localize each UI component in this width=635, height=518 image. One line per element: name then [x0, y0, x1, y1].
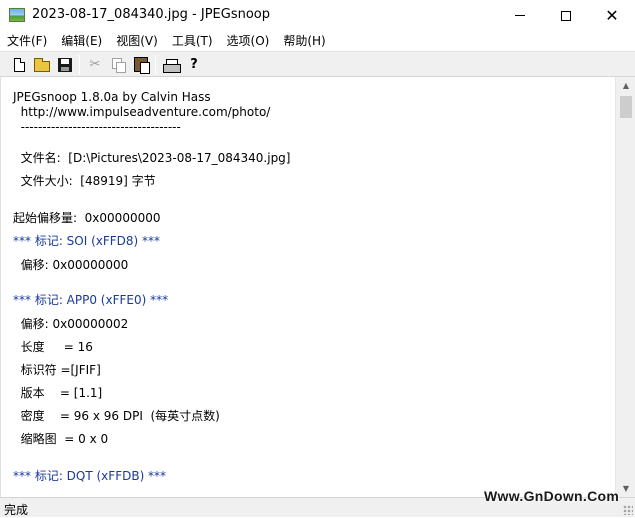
menu-options[interactable]: 选项(O) [220, 31, 277, 51]
chevron-up-icon: ▲ [622, 81, 630, 90]
jpegsnoop-app-icon[interactable] [9, 8, 25, 22]
paste-icon [134, 57, 150, 74]
new-file-icon [13, 57, 25, 72]
scroll-thumb[interactable] [620, 96, 632, 118]
log-line: 起始偏移量: 0x00000000 [13, 211, 161, 225]
chevron-down-icon: ▼ [622, 484, 630, 493]
menu-file[interactable]: 文件(F) [0, 31, 54, 51]
help-button[interactable]: ? [183, 54, 205, 75]
menu-bar: 文件(F) 编辑(E) 视图(V) 工具(T) 选项(O) 帮助(H) [0, 31, 635, 51]
save-button[interactable] [54, 54, 76, 75]
resize-grip-icon[interactable] [623, 505, 633, 515]
cut-icon: ✂ [89, 57, 101, 72]
log-line: 版本 = [1.1] [13, 386, 103, 400]
log-line: 偏移: 0x00000002 [13, 317, 129, 331]
marker-header-line: *** 标记: DQT (xFFDB) *** [13, 469, 167, 483]
marker-header-line: *** 标记: SOI (xFFD8) *** [13, 234, 161, 248]
open-file-button[interactable] [31, 54, 53, 75]
watermark-text: Www.GnDown.Com [484, 488, 620, 504]
copy-icon [112, 58, 126, 73]
menu-help[interactable]: 帮助(H) [276, 31, 332, 51]
minimize-button[interactable] [497, 0, 543, 31]
help-icon: ? [190, 57, 198, 72]
paste-button[interactable] [130, 54, 152, 75]
toolbar-separator [79, 55, 80, 74]
save-icon [58, 57, 72, 72]
log-output-area[interactable]: JPEGsnoop 1.8.0a by Calvin Hass http://w… [0, 77, 615, 497]
marker-header-line: *** 标记: APP0 (xFFE0) *** [13, 293, 169, 307]
maximize-button[interactable] [543, 0, 589, 31]
log-line: 密度 = 96 x 96 DPI (每英寸点数) [13, 409, 220, 423]
title-bar[interactable]: 2023-08-17_084340.jpg - JPEGsnoop ✕ [0, 0, 635, 31]
status-text: 完成 [4, 503, 29, 517]
print-icon [163, 58, 181, 73]
close-icon: ✕ [605, 5, 619, 25]
menu-view[interactable]: 视图(V) [109, 31, 165, 51]
open-folder-icon [34, 57, 50, 72]
cut-button[interactable]: ✂ [84, 54, 106, 75]
log-line: 长度 = 16 [13, 340, 93, 354]
log-line: 标识符 =[JFIF] [13, 363, 101, 377]
window-title: 2023-08-17_084340.jpg - JPEGsnoop [32, 7, 271, 22]
log-line: 文件大小: [48919] 字节 [13, 174, 156, 188]
minimize-icon [515, 15, 525, 16]
toolbar: ✂ ? [0, 51, 635, 77]
menu-edit[interactable]: 编辑(E) [54, 31, 109, 51]
app-window: 2023-08-17_084340.jpg - JPEGsnoop ✕ 文件(F… [0, 0, 635, 517]
menu-tools[interactable]: 工具(T) [165, 31, 220, 51]
close-button[interactable]: ✕ [589, 0, 635, 31]
new-file-button[interactable] [8, 54, 30, 75]
log-line: 文件名: [D:\Pictures\2023-08-17_084340.jpg] [13, 151, 291, 165]
log-line: JPEGsnoop 1.8.0a by Calvin Hass [13, 90, 211, 104]
log-line: 缩略图 = 0 x 0 [13, 432, 109, 446]
toolbar-separator [155, 55, 156, 74]
log-line: http://www.impulseadventure.com/photo/ [13, 105, 271, 119]
vertical-scrollbar[interactable]: ▲ ▼ [615, 77, 635, 497]
copy-button[interactable] [107, 54, 129, 75]
maximize-icon [561, 10, 571, 21]
print-button[interactable] [160, 54, 182, 75]
scroll-up-button[interactable]: ▲ [616, 77, 635, 94]
log-line: 偏移: 0x00000000 [13, 258, 129, 272]
log-line: ------------------------------------- [13, 120, 181, 134]
